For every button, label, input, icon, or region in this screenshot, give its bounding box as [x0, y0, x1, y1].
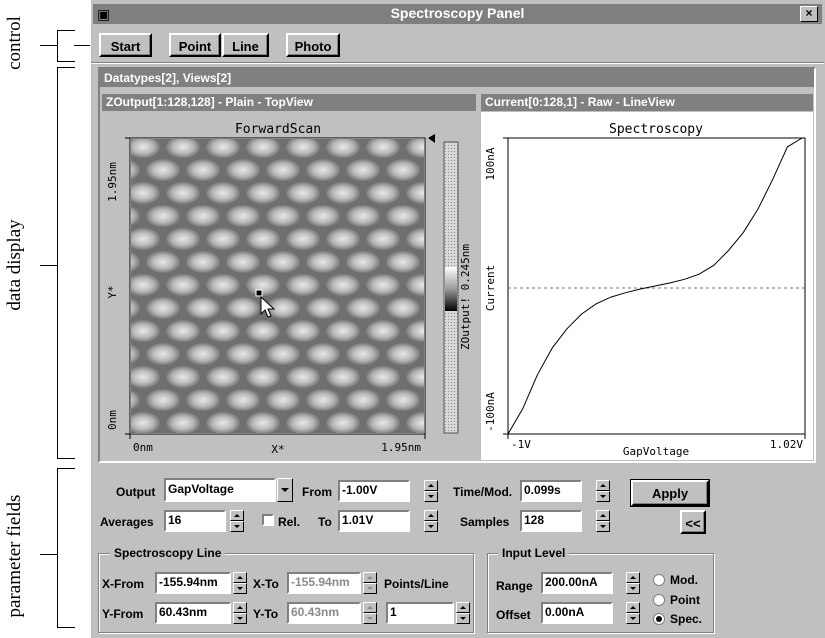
topview-x-min: 0nm [133, 441, 153, 454]
x-to-field[interactable]: -155.94nm [287, 572, 361, 594]
point-radio[interactable] [653, 594, 665, 606]
y-to-label: Y-To [253, 607, 279, 621]
annotation-control-label: control [4, 16, 25, 70]
y-to-field[interactable]: 60.43nm [287, 602, 361, 624]
time-mod-field[interactable]: 0.099s [520, 480, 582, 502]
topview-image[interactable] [131, 139, 424, 433]
lineview-y-max: 100nA [484, 147, 497, 180]
topview-y-min: 0nm [106, 410, 119, 430]
x-from-label: X-From [102, 577, 144, 591]
samples-spinner[interactable] [596, 510, 610, 532]
rel-checkbox[interactable] [262, 514, 274, 526]
spectroscopy-line-title: Spectroscopy Line [110, 546, 226, 560]
range-label: Range [496, 579, 533, 593]
mod-radio[interactable] [653, 574, 665, 586]
lineview-x-label: GapVoltage [623, 445, 689, 458]
window-title: Spectroscopy Panel [390, 5, 525, 21]
to-label: To [318, 515, 332, 529]
right-view-header: Current[0:128,1] - Raw - LineView [481, 94, 813, 111]
samples-label: Samples [460, 515, 510, 529]
points-line-field[interactable]: 1 [386, 602, 454, 624]
time-mod-label: Time/Mod. [453, 485, 513, 499]
spec-label: Spec. [670, 612, 703, 626]
chevron-down-icon [281, 488, 289, 492]
samples-field[interactable]: 128 [520, 510, 582, 532]
lineview-y-label: Current [484, 265, 497, 311]
points-line-label: Points/Line [384, 577, 449, 591]
points-line-spinner[interactable] [456, 602, 470, 624]
x-from-spinner[interactable] [233, 572, 247, 594]
topview-plot[interactable]: ForwardScan 1.95nm Y* 0nm 0nm X* 1.95nm … [103, 112, 477, 460]
output-label: Output [116, 485, 156, 499]
from-spinner[interactable] [424, 480, 438, 502]
annotation-data-display-label: data display [4, 219, 25, 311]
y-to-spinner[interactable] [363, 602, 377, 624]
lineview-y-min: -100nA [484, 392, 497, 432]
output-select[interactable]: GapVoltage [164, 478, 276, 502]
y-from-spinner[interactable] [233, 602, 247, 624]
averages-spinner[interactable] [230, 510, 244, 532]
range-field[interactable]: 200.00nA [541, 572, 613, 594]
apply-button[interactable]: Apply [630, 479, 710, 507]
bracket-control [57, 30, 75, 62]
start-button[interactable]: Start [99, 33, 152, 57]
line-button[interactable]: Line [222, 33, 269, 57]
topview-x-label: X* [271, 443, 284, 456]
topview-y-label: Y* [106, 285, 119, 298]
close-button[interactable]: × [800, 6, 818, 22]
spectroscopy-point-marker[interactable] [255, 289, 263, 297]
colorbar-pointer-icon[interactable] [428, 134, 435, 143]
range-spinner[interactable] [626, 572, 640, 594]
topview-x-max: 1.95nm [381, 441, 421, 454]
averages-label: Averages [100, 515, 154, 529]
from-label: From [302, 485, 332, 499]
bracket-data-display [57, 67, 75, 459]
lineview-title: Spectroscopy [609, 122, 703, 137]
lineview-plot[interactable]: Spectroscopy 100nA Current -100nA -1V Ga… [481, 112, 813, 460]
y-from-field[interactable]: 60.43nm [155, 602, 231, 624]
mod-label: Mod. [670, 573, 698, 587]
x-to-spinner[interactable] [363, 572, 377, 594]
spec-radio[interactable] [653, 613, 665, 625]
output-dropdown-button[interactable] [277, 478, 293, 502]
x-from-field[interactable]: -155.94nm [155, 572, 231, 594]
x-to-label: X-To [253, 577, 279, 591]
photo-button[interactable]: Photo [286, 33, 340, 57]
colorbar-gradient [445, 267, 457, 311]
to-spinner[interactable] [424, 510, 438, 532]
averages-field[interactable]: 16 [164, 510, 226, 532]
point-radio-label: Point [670, 593, 700, 607]
rel-label: Rel. [278, 515, 301, 529]
y-from-label: Y-From [102, 607, 144, 621]
lineview-x-max: 1.02V [770, 438, 803, 451]
bracket-parameter-fields [57, 468, 75, 628]
collapse-button[interactable]: << [680, 510, 706, 534]
datatypes-header: Datatypes[2], Views[2] [100, 69, 814, 87]
topview-title: ForwardScan [235, 122, 321, 137]
title-bar[interactable]: ▣ Spectroscopy Panel × [93, 4, 822, 24]
colorbar-label: ZOutput! 0.245nm [459, 244, 472, 350]
point-button[interactable]: Point [169, 33, 221, 57]
topview-y-max: 1.95nm [106, 162, 119, 202]
from-field[interactable]: -1.00V [338, 480, 410, 502]
offset-spinner[interactable] [626, 602, 640, 624]
annotation-parameter-fields-label: parameter fields [4, 494, 25, 618]
lineview-x-min: -1V [511, 438, 531, 451]
input-level-title: Input Level [498, 546, 570, 560]
left-view-header: ZOutput[1:128,128] - Plain - TopView [102, 94, 476, 111]
offset-field[interactable]: 0.00nA [541, 602, 613, 624]
offset-label: Offset [496, 608, 531, 622]
to-field[interactable]: 1.01V [338, 510, 410, 532]
time-mod-spinner[interactable] [596, 480, 610, 502]
